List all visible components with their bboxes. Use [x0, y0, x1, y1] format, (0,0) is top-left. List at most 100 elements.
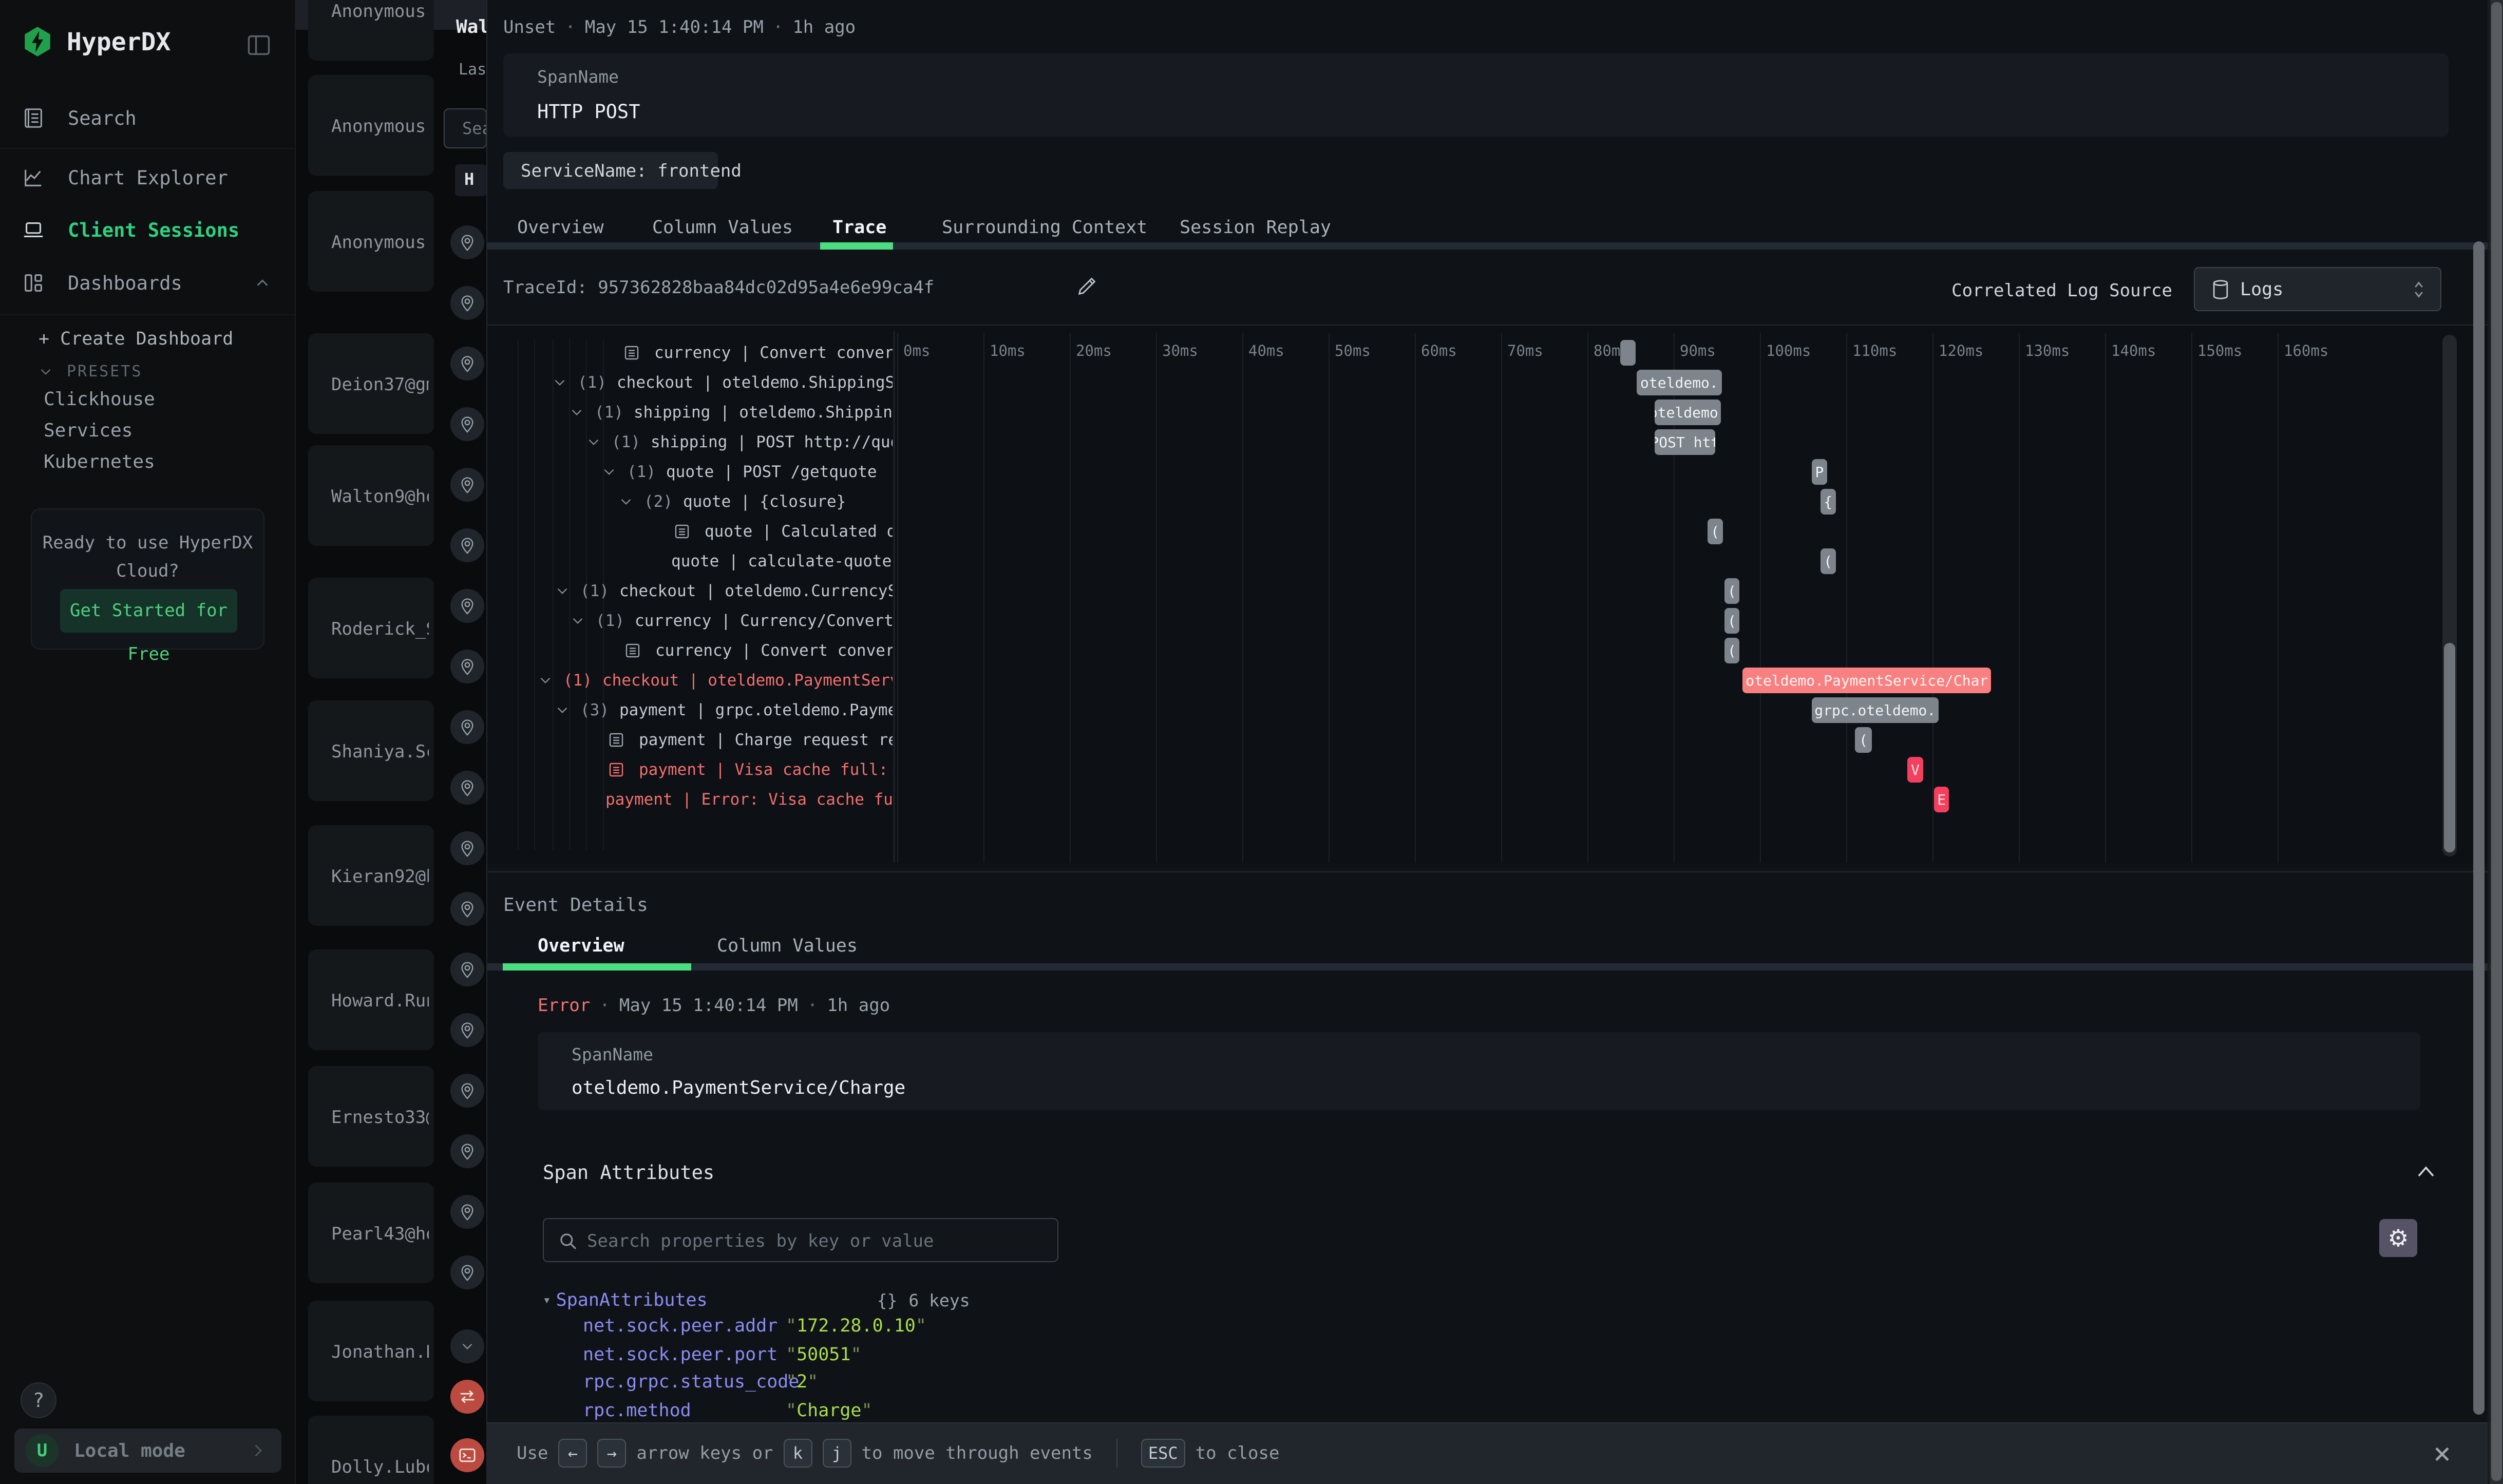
pin-icon[interactable] [450, 1255, 484, 1289]
scrollbar-thumb[interactable] [2491, 2, 2502, 1481]
span-bar[interactable]: ( [1724, 578, 1739, 604]
pin-icon[interactable] [450, 710, 484, 744]
tab-surrounding-context[interactable]: Surrounding Context [942, 217, 1147, 238]
tab-session-replay[interactable]: Session Replay [1180, 217, 1331, 238]
search-input[interactable]: Sea [444, 108, 487, 148]
trace-tree-row[interactable]: (1)checkout | oteldemo.CurrencySe… [554, 576, 893, 606]
presets-header[interactable]: PRESETS [37, 363, 142, 380]
pin-icon[interactable] [450, 1134, 484, 1168]
chevron-down-icon[interactable] [554, 701, 571, 719]
session-card[interactable]: Anonymous [308, 191, 434, 292]
session-card[interactable]: Deion37@gm [308, 333, 434, 434]
sidebar-item-chart-explorer[interactable]: Chart Explorer [0, 152, 295, 203]
pin-icon[interactable] [450, 347, 484, 380]
trace-tree-row[interactable]: (1)checkout | oteldemo.ShippingSe… [551, 368, 893, 397]
span-bar[interactable]: ( [1724, 638, 1739, 663]
session-card[interactable]: Howard.Run [308, 949, 434, 1050]
pin-icon[interactable] [450, 1074, 484, 1108]
span-bar[interactable]: grpc.oteldemo. [1812, 697, 1939, 723]
chevron-down-icon[interactable] [568, 404, 585, 421]
log-source-select[interactable]: Logs [2194, 267, 2441, 311]
trace-tree-row[interactable]: (3)payment | grpc.oteldemo.Paymen… [554, 695, 893, 725]
scrollbar-thumb[interactable] [2444, 643, 2455, 852]
attribute-key[interactable]: net.sock.peer.addr [583, 1316, 778, 1336]
attribute-value[interactable]: "2" [786, 1372, 818, 1392]
session-card[interactable]: Pearl43@ho [308, 1183, 434, 1283]
trace-tree-row[interactable]: payment | Visa cache full: c… [607, 755, 893, 785]
pin-icon[interactable] [450, 1195, 484, 1229]
pin-icon[interactable] [450, 1013, 484, 1047]
get-started-button[interactable]: Get Started for Free [60, 589, 237, 633]
span-bar[interactable]: POST htt [1655, 429, 1715, 455]
sidebar-item-client-sessions[interactable]: Client Sessions [0, 204, 295, 256]
pin-icon[interactable] [450, 225, 484, 259]
pin-icon[interactable] [450, 407, 484, 441]
pin-icon[interactable] [450, 771, 484, 805]
attributes-search-input[interactable]: Search properties by key or value [543, 1218, 1058, 1262]
trace-tree-row[interactable]: payment | Charge request rec… [607, 725, 893, 755]
span-bar[interactable] [1620, 340, 1636, 366]
tab-ed-overview[interactable]: Overview [538, 936, 624, 956]
span-bar[interactable]: ( [1708, 519, 1723, 544]
attribute-value[interactable]: "Charge" [786, 1400, 873, 1421]
span-bar[interactable]: E [1934, 787, 1949, 812]
pane-splitter[interactable] [894, 331, 895, 863]
pin-icon[interactable] [450, 589, 484, 623]
tab-trace[interactable]: Trace [832, 217, 886, 238]
settings-button[interactable]: ⚙ [2379, 1219, 2417, 1257]
session-card[interactable]: Kieran92@h [308, 825, 434, 926]
span-bar[interactable]: ( [1724, 608, 1739, 634]
span-bar[interactable]: { [1821, 489, 1836, 515]
http-filter-button[interactable]: H [455, 164, 487, 196]
trace-tree-row[interactable]: (1)checkout | oteldemo.PaymentServi… [537, 665, 893, 695]
sidebar-item-kubernetes[interactable]: Kubernetes [44, 451, 155, 472]
session-card[interactable]: Anonymous [308, 75, 434, 176]
trace-tree-row[interactable]: (2)quote | {closure} [617, 487, 893, 517]
window-scrollbar[interactable] [2490, 0, 2503, 1484]
trace-tree-row[interactable]: (1)quote | POST /getquote [600, 457, 893, 487]
trace-tree-row[interactable]: quote | Calculated q… [673, 517, 893, 546]
edit-icon[interactable] [1075, 274, 1099, 298]
chevron-down-icon[interactable] [600, 463, 618, 481]
tab-column-values[interactable]: Column Values [652, 217, 793, 238]
span-bar[interactable]: oteldemo. [1637, 370, 1722, 395]
pin-icon[interactable] [450, 892, 484, 926]
chevron-down-icon[interactable] [585, 433, 602, 451]
pin-icon[interactable] [450, 528, 484, 562]
swap-arrows-icon[interactable] [450, 1380, 484, 1414]
span-bar[interactable]: oteldemo. [1655, 399, 1721, 425]
create-dashboard-button[interactable]: + Create Dashboard [39, 329, 233, 349]
sidebar-item-search[interactable]: Search [0, 92, 295, 144]
chevron-down-icon[interactable] [537, 672, 554, 689]
chevron-down-icon[interactable] [554, 582, 571, 600]
trace-tree-row[interactable]: (1)currency | Currency/Convert [569, 606, 893, 636]
trace-tree-row[interactable]: quote | calculate-quote [671, 546, 893, 576]
trace-tree-row[interactable]: (1)shipping | oteldemo.Shipping… [568, 397, 893, 427]
waterfall-scrollbar[interactable] [2442, 335, 2457, 857]
terminal-icon[interactable] [450, 1438, 484, 1472]
tab-overview[interactable]: Overview [517, 217, 604, 238]
session-card[interactable]: Dolly.Lubo [308, 1416, 434, 1484]
session-card[interactable]: Ernesto33@ [308, 1066, 434, 1167]
span-bar[interactable]: V [1907, 757, 1923, 783]
span-bar[interactable]: ( [1855, 727, 1872, 753]
pin-icon[interactable] [450, 831, 484, 865]
trace-tree-row[interactable]: payment | Error: Visa cache ful… [605, 785, 893, 814]
attribute-key[interactable]: net.sock.peer.port [583, 1344, 778, 1365]
chevron-down-icon[interactable] [551, 374, 568, 391]
pin-icon[interactable] [450, 286, 484, 320]
attr-tree-root[interactable]: ▾ SpanAttributes {} 6 keys [543, 1290, 970, 1310]
attribute-value[interactable]: "172.28.0.10" [786, 1316, 926, 1336]
trace-tree-row[interactable]: (1)shipping | POST http://quo… [585, 427, 893, 457]
chevron-down-icon[interactable] [569, 612, 586, 630]
sidebar-item-clickhouse[interactable]: Clickhouse [44, 389, 155, 410]
service-pill[interactable]: ServiceName: frontend [503, 152, 718, 189]
span-bar[interactable]: P [1812, 459, 1827, 485]
span-bar[interactable]: ( [1821, 548, 1836, 574]
pin-icon[interactable] [450, 650, 484, 683]
session-card[interactable]: Walton9@ho [308, 445, 434, 546]
span-bar[interactable]: oteldemo.PaymentService/Char [1742, 668, 1991, 693]
help-button[interactable]: ? [21, 1382, 56, 1418]
chevron-down-icon[interactable] [450, 1329, 484, 1363]
attribute-key[interactable]: rpc.method [583, 1400, 691, 1421]
